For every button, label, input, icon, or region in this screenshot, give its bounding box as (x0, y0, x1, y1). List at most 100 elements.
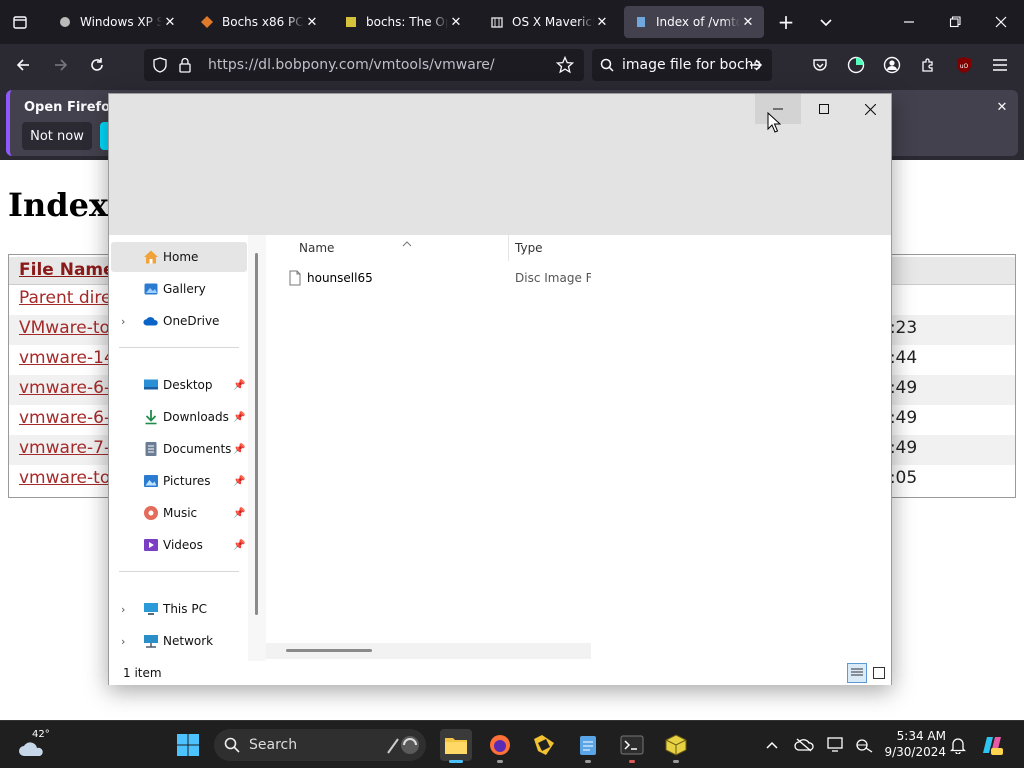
file-link[interactable]: Parent dired (19, 288, 122, 308)
nav-item-documents[interactable]: Documents 📌 (111, 434, 247, 464)
nav-item-music[interactable]: Music 📌 (111, 498, 247, 528)
nav-item-onedrive[interactable]: › OneDrive (111, 306, 247, 336)
nav-item-videos[interactable]: Videos 📌 (111, 530, 247, 560)
onedrive-icon (143, 313, 159, 329)
nav-pane-scrollbar[interactable] (248, 235, 266, 661)
large-icons-view-icon[interactable] (869, 663, 889, 683)
pin-icon[interactable]: 📌 (233, 444, 245, 455)
chevron-down-icon[interactable] (814, 10, 838, 34)
browser-tab[interactable]: Windows XP SP3 ✕ (48, 6, 186, 38)
dialog-maximize-icon[interactable] (801, 94, 847, 124)
nav-item-network[interactable]: › Network (111, 626, 247, 656)
column-header-type[interactable]: Type (515, 241, 543, 255)
nav-label: Downloads (163, 410, 229, 424)
nav-item-downloads[interactable]: Downloads 📌 (111, 402, 247, 432)
file-link[interactable]: VMware-too (19, 318, 120, 338)
not-now-button[interactable]: Not now (22, 122, 92, 150)
ublock-icon[interactable]: uO (952, 53, 976, 77)
close-notification-icon[interactable]: ✕ (994, 100, 1010, 116)
tab-list-icon[interactable] (8, 10, 32, 34)
nav-item-this-pc[interactable]: › This PC (111, 594, 247, 624)
firefox-taskbar-icon[interactable] (484, 729, 516, 763)
bookmark-star-icon[interactable] (555, 55, 575, 78)
tracking-shield-icon[interactable] (152, 57, 170, 73)
close-tab-icon[interactable]: ✕ (304, 15, 320, 30)
restore-window-icon[interactable] (936, 6, 974, 38)
onedrive-tray-icon[interactable] (788, 729, 820, 761)
close-tab-icon[interactable]: ✕ (740, 15, 756, 30)
network-status-tray-icon[interactable] (848, 729, 880, 761)
nav-item-home[interactable]: Home (111, 242, 247, 272)
column-divider[interactable] (508, 235, 509, 261)
gallery-icon (143, 281, 159, 297)
minimize-window-icon[interactable] (890, 6, 928, 38)
column-header-name[interactable]: Name (299, 241, 334, 255)
clock[interactable]: 5:34 AM 9/30/2024 (880, 729, 946, 761)
file-explorer-taskbar-icon[interactable] (440, 729, 472, 763)
expand-chevron-icon[interactable]: › (121, 315, 125, 328)
close-tab-icon[interactable]: ✕ (594, 15, 610, 30)
file-link[interactable]: vmware-6- (19, 378, 110, 398)
account-icon[interactable] (880, 53, 904, 77)
pin-icon[interactable]: 📌 (233, 540, 245, 551)
extensions-icon[interactable] (916, 53, 940, 77)
expand-chevron-icon[interactable]: › (121, 603, 125, 616)
file-list-hscrollbar-thumb[interactable] (286, 649, 372, 652)
notepad-taskbar-icon[interactable] (572, 729, 604, 763)
close-tab-icon[interactable]: ✕ (162, 15, 178, 30)
this-pc-icon (143, 601, 159, 617)
cloud-icon (19, 742, 43, 756)
search-bar[interactable]: image file for bochs (592, 49, 772, 81)
lock-icon[interactable] (178, 57, 194, 73)
bochs-taskbar-icon[interactable] (660, 729, 692, 763)
app-taskbar-icon[interactable] (528, 729, 560, 761)
go-arrow-icon[interactable] (748, 57, 764, 77)
back-icon[interactable] (10, 53, 36, 77)
pin-icon[interactable]: 📌 (233, 380, 245, 391)
forward-icon[interactable] (48, 53, 74, 77)
pocket-icon[interactable] (808, 53, 832, 77)
search-text[interactable]: image file for bochs (622, 57, 761, 73)
nav-pane-scrollbar-thumb[interactable] (255, 253, 258, 615)
file-link[interactable]: vmware-14 (19, 348, 115, 368)
browser-tab[interactable]: OS X Mavericks ✕ (480, 6, 618, 38)
pin-icon[interactable]: 📌 (233, 412, 245, 423)
browser-tab[interactable]: bochs: The Open Source ✕ (334, 6, 472, 38)
search-icon (224, 737, 240, 753)
close-tab-icon[interactable]: ✕ (448, 15, 464, 30)
file-name-column-header[interactable]: File Name (19, 260, 115, 280)
pin-icon[interactable]: 📌 (233, 476, 245, 487)
taskbar-search[interactable]: Search (214, 729, 426, 761)
show-hidden-icons-chevron-icon[interactable] (756, 729, 788, 761)
search-placeholder: Search (249, 737, 298, 753)
copilot-icon[interactable] (976, 729, 1008, 761)
file-link[interactable]: vmware-6- (19, 408, 110, 428)
nav-item-gallery[interactable]: Gallery (111, 274, 247, 304)
new-tab-icon[interactable]: + (774, 10, 798, 34)
weather-widget[interactable]: 42° (14, 727, 54, 763)
start-button[interactable] (172, 729, 204, 761)
nav-label: Home (163, 250, 199, 264)
details-view-icon[interactable] (847, 663, 867, 683)
nav-label: Videos (163, 538, 203, 552)
pin-icon[interactable]: 📌 (233, 508, 245, 519)
tab-title: bochs: The Open Source (366, 15, 448, 29)
url-bar[interactable]: https://dl.bobpony.com/vmtools/vmware/ (144, 49, 584, 81)
file-row[interactable]: hounsell65 Disc Image File (286, 267, 591, 291)
windows-taskbar: 42° Search 5:34 AM 9/30/2024 (0, 720, 1024, 768)
expand-chevron-icon[interactable]: › (121, 635, 125, 648)
file-link[interactable]: vmware-too (19, 468, 121, 488)
reload-icon[interactable] (84, 53, 110, 77)
url-text[interactable]: https://dl.bobpony.com/vmtools/vmware/ (208, 57, 495, 73)
terminal-taskbar-icon[interactable] (616, 729, 648, 763)
file-link[interactable]: vmware-7- (19, 438, 110, 458)
browser-tab[interactable]: Bochs x86 PC emulator ✕ (190, 6, 328, 38)
firefox-view-icon[interactable] (844, 53, 868, 77)
nav-item-desktop[interactable]: Desktop 📌 (111, 370, 247, 400)
notifications-bell-icon[interactable] (942, 729, 974, 761)
hamburger-menu-icon[interactable] (988, 53, 1012, 77)
nav-item-pictures[interactable]: Pictures 📌 (111, 466, 247, 496)
dialog-close-icon[interactable] (847, 94, 893, 124)
browser-tab-active[interactable]: Index of /vmtools ✕ (624, 6, 764, 38)
close-window-icon[interactable] (982, 6, 1020, 38)
